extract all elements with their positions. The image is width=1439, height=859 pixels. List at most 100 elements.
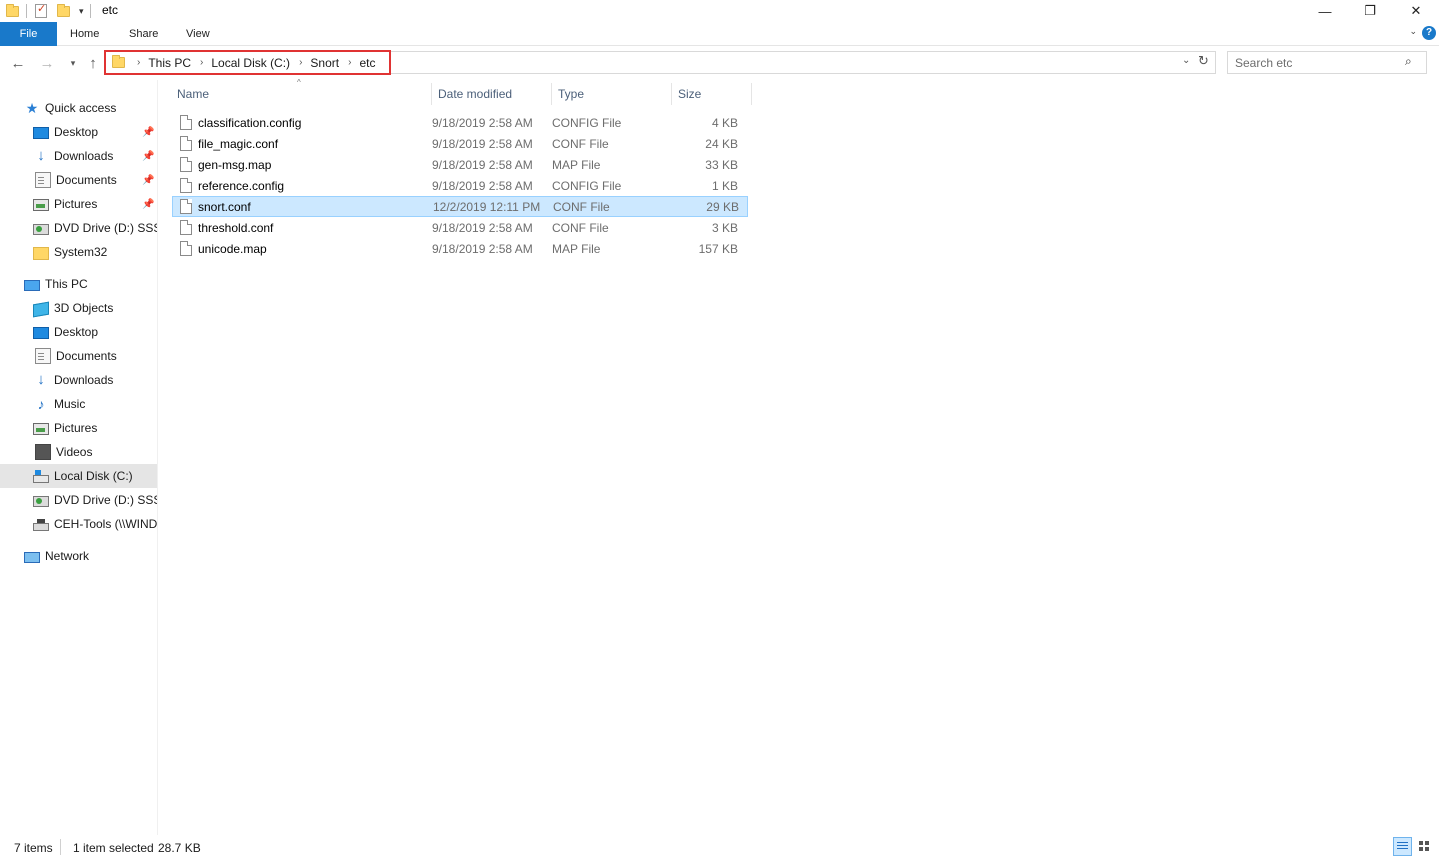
nav-label: Downloads (54, 373, 114, 387)
close-button[interactable]: ✕ (1393, 0, 1439, 22)
file-size: 24 KB (705, 136, 738, 151)
documents-icon (35, 172, 51, 188)
nav-quick-pictures[interactable]: Pictures 📌 (0, 192, 157, 216)
network-icon (24, 552, 40, 563)
nav-quick-downloads[interactable]: ↓ Downloads 📌 (0, 144, 157, 168)
nav-quick-documents[interactable]: Documents 📌 (0, 168, 157, 192)
pictures-icon (33, 423, 49, 435)
nav-quick-system32[interactable]: System32 (0, 240, 157, 264)
file-size: 33 KB (705, 157, 738, 172)
network-drive-icon (33, 519, 49, 531)
pin-icon[interactable]: 📌 (142, 151, 154, 162)
nav-label: Quick access (45, 101, 117, 115)
column-header-size[interactable]: Size (672, 83, 752, 105)
address-history-chevron-icon[interactable]: ⌄ (1182, 55, 1190, 66)
minimize-button[interactable]: — (1302, 0, 1348, 22)
file-name: classification.config (198, 115, 302, 130)
nav-label: Downloads (54, 149, 114, 163)
folder-icon (4, 3, 20, 19)
recent-locations-chevron-icon[interactable]: ▾ (63, 52, 83, 74)
file-row[interactable]: reference.config 9/18/2019 2:58 AM CONFI… (172, 175, 748, 196)
desktop-icon (33, 327, 49, 339)
nav-quick-dvd-drive[interactable]: DVD Drive (D:) SSS_X (0, 216, 157, 240)
downloads-icon: ↓ (37, 147, 45, 164)
local-disk-icon (33, 470, 49, 483)
file-date: 9/18/2019 2:58 AM (432, 178, 533, 193)
help-icon[interactable]: ? (1422, 26, 1436, 40)
nav-label: Music (54, 397, 86, 411)
file-row-selected[interactable]: snort.conf 12/2/2019 12:11 PM CONF File … (172, 196, 748, 217)
nav-this-pc[interactable]: This PC (0, 272, 157, 296)
file-size: 1 KB (711, 178, 738, 193)
pin-icon[interactable]: 📌 (142, 175, 154, 186)
nav-label: Local Disk (C:) (54, 469, 133, 483)
nav-documents[interactable]: Documents (0, 344, 157, 368)
nav-label: Pictures (54, 421, 98, 435)
tab-file[interactable]: File (0, 22, 57, 46)
customize-toolbar-chevron-icon[interactable]: ▾ (79, 6, 84, 17)
pin-icon[interactable]: 📌 (142, 127, 154, 138)
breadcrumb-highlight-box (104, 50, 391, 75)
file-date: 9/18/2019 2:58 AM (432, 220, 533, 235)
nav-quick-access[interactable]: ★ Quick access (0, 96, 157, 120)
status-selection: 1 item selected (73, 841, 154, 855)
pin-icon[interactable]: 📌 (142, 199, 154, 210)
tab-view[interactable]: View (172, 22, 224, 46)
new-folder-icon[interactable] (55, 3, 71, 19)
file-row[interactable]: classification.config 9/18/2019 2:58 AM … (172, 112, 748, 133)
file-name: reference.config (198, 178, 285, 193)
nav-ceh-tools[interactable]: CEH-Tools (\\WINDOWS (0, 512, 157, 536)
file-type: MAP File (552, 241, 601, 256)
back-arrow-icon[interactable]: ← (8, 52, 28, 74)
maximize-button[interactable]: ❐ (1347, 0, 1393, 22)
file-name: snort.conf (198, 199, 251, 214)
downloads-icon: ↓ (37, 371, 45, 388)
file-icon (180, 115, 192, 130)
nav-downloads[interactable]: ↓ Downloads (0, 368, 157, 392)
nav-quick-desktop[interactable]: Desktop 📌 (0, 120, 157, 144)
file-row[interactable]: gen-msg.map 9/18/2019 2:58 AM MAP File 3… (172, 154, 748, 175)
up-arrow-icon[interactable]: ↑ (83, 52, 103, 74)
tab-home[interactable]: Home (56, 22, 113, 46)
properties-icon[interactable] (33, 2, 49, 19)
large-icons-view-icon[interactable] (1416, 838, 1433, 855)
details-view-icon[interactable] (1393, 837, 1412, 856)
file-row[interactable]: file_magic.conf 9/18/2019 2:58 AM CONF F… (172, 133, 748, 154)
music-icon: ♪ (37, 396, 45, 412)
file-name: threshold.conf (198, 220, 274, 235)
pane-divider[interactable] (157, 80, 158, 835)
computer-icon (24, 279, 40, 291)
file-icon (180, 199, 192, 214)
column-header-type[interactable]: Type (552, 83, 672, 105)
file-size: 4 KB (711, 115, 738, 130)
nav-label: Desktop (54, 325, 99, 339)
nav-label: Documents (56, 349, 117, 363)
forward-arrow-icon[interactable]: → (37, 52, 57, 74)
nav-dvd-drive[interactable]: DVD Drive (D:) SSS_X (0, 488, 157, 512)
expand-ribbon-chevron-icon[interactable]: ⌄ (1409, 26, 1417, 37)
nav-videos[interactable]: Videos (0, 440, 157, 464)
nav-label: Pictures (54, 197, 98, 211)
status-item-count: 7 items (14, 841, 53, 855)
nav-pictures[interactable]: Pictures (0, 416, 157, 440)
nav-desktop[interactable]: Desktop (0, 320, 157, 344)
nav-local-disk[interactable]: Local Disk (C:) (0, 464, 157, 488)
nav-music[interactable]: ♪ Music (0, 392, 157, 416)
title-bar (0, 0, 1439, 22)
toolbar-divider (89, 4, 91, 18)
search-placeholder: Search etc (1235, 56, 1293, 70)
file-size: 29 KB (706, 199, 739, 214)
tab-share[interactable]: Share (115, 22, 172, 46)
refresh-icon[interactable]: ↻ (1198, 53, 1209, 69)
column-header-name[interactable]: Name (171, 83, 432, 105)
file-row[interactable]: unicode.map 9/18/2019 2:58 AM MAP File 1… (172, 238, 748, 259)
nav-3d-objects[interactable]: 3D Objects (0, 296, 157, 320)
nav-label: Network (45, 549, 90, 563)
file-type: CONF File (553, 199, 610, 214)
file-row[interactable]: threshold.conf 9/18/2019 2:58 AM CONF Fi… (172, 217, 748, 238)
nav-label: System32 (54, 245, 108, 259)
file-name: file_magic.conf (198, 136, 279, 151)
column-header-date[interactable]: Date modified (432, 83, 552, 105)
nav-network[interactable]: Network (0, 544, 157, 568)
search-icon[interactable]: ⌕ (1405, 54, 1412, 69)
